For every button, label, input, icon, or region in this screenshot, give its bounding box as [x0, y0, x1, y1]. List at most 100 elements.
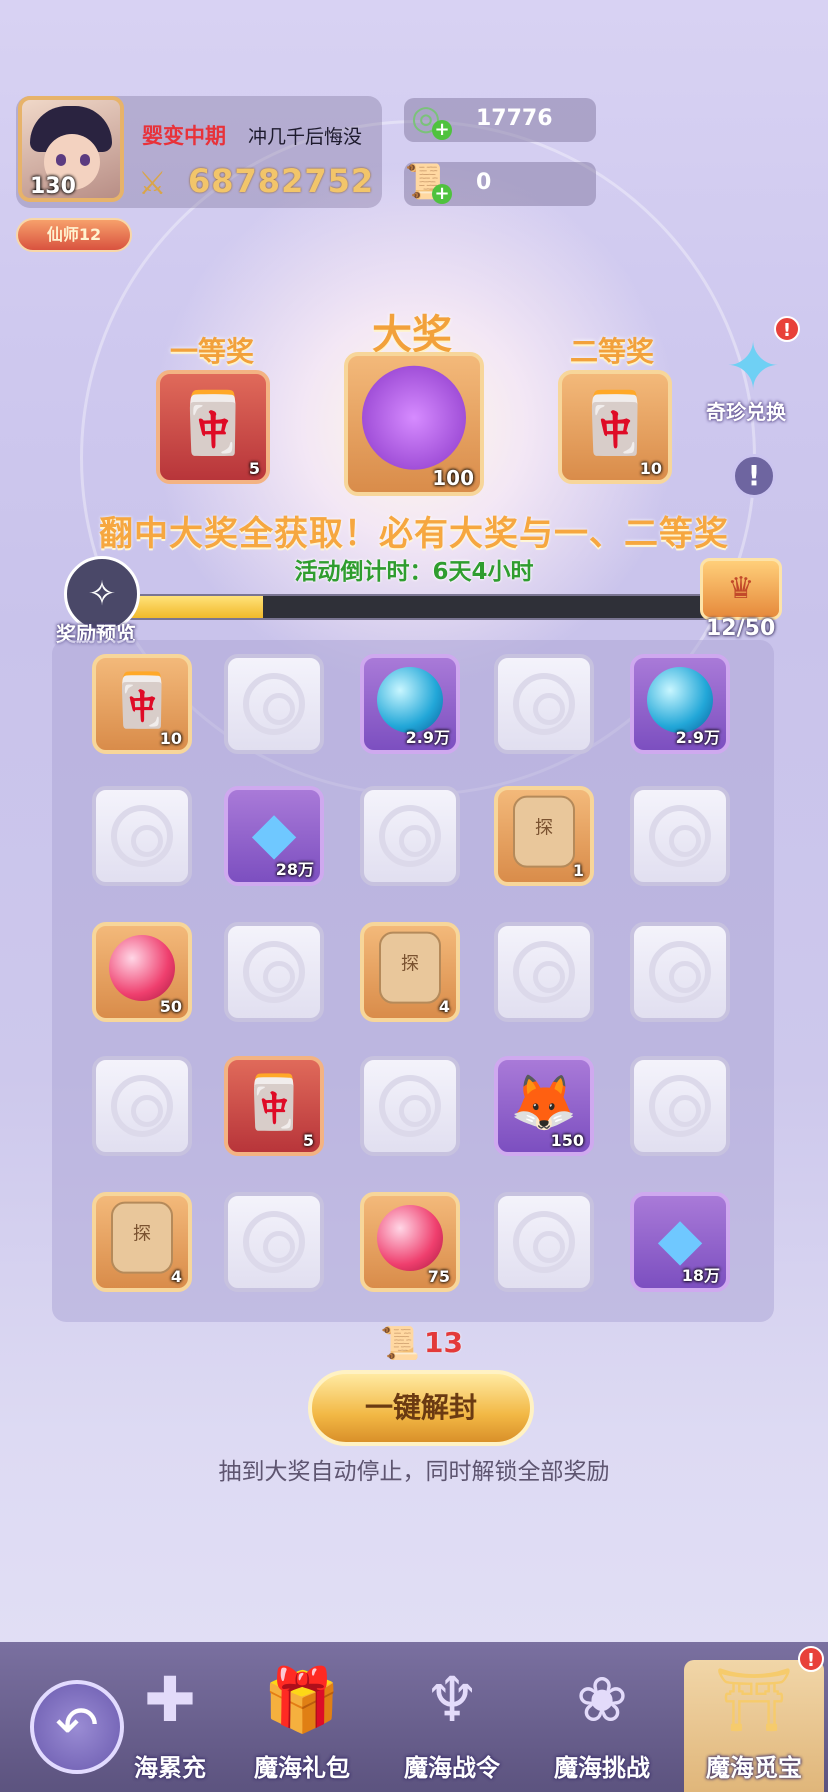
swirl-icon	[379, 805, 441, 867]
second-prize-slot[interactable]: 🀄 10	[558, 370, 672, 484]
swirl-icon	[111, 805, 173, 867]
tab-challenge[interactable]: ❀ 魔海挑战	[532, 1660, 672, 1792]
sealed-card[interactable]	[360, 1056, 460, 1156]
sealed-card[interactable]	[630, 922, 730, 1022]
item-quantity: 150	[550, 1131, 584, 1150]
item-quantity: 28万	[275, 860, 314, 879]
currency-jade[interactable]: ◎ + 17776	[404, 98, 596, 142]
currency-value: 17776	[476, 106, 553, 131]
player-realm: 婴变中期	[142, 124, 226, 148]
talisman-icon: 🀄	[175, 388, 251, 459]
ticket-count: 13	[424, 1326, 463, 1359]
pouch-icon: ✧	[87, 574, 117, 614]
sealed-card[interactable]	[494, 922, 594, 1022]
sealed-card[interactable]	[224, 1192, 324, 1292]
back-arrow-icon: ↶	[55, 1696, 99, 1756]
progress-bar	[118, 594, 718, 620]
tab-label: 魔海战令	[404, 1754, 500, 1782]
item-quantity: 18万	[681, 1266, 720, 1285]
first-prize-slot[interactable]: 🀄 5	[156, 370, 270, 484]
item-quantity: 100	[432, 466, 474, 490]
exchange-label: 奇珍兑换	[706, 400, 786, 424]
sealed-card[interactable]	[224, 922, 324, 1022]
help-button[interactable]: !	[732, 454, 776, 498]
title-badge[interactable]: 仙师12	[16, 218, 132, 252]
secret-token-icon: 探	[513, 795, 575, 868]
sealed-card[interactable]	[224, 654, 324, 754]
item-quantity: 4	[170, 1267, 182, 1286]
crystal-icon: ◆	[657, 1204, 703, 1273]
revealed-card[interactable]: 探1	[494, 786, 594, 886]
red-orb-icon	[109, 935, 175, 1002]
swirl-icon	[111, 1075, 173, 1137]
tab-label: 魔海礼包	[254, 1754, 350, 1782]
combat-power: 68782752	[188, 162, 375, 200]
add-icon[interactable]: +	[432, 184, 452, 204]
swirl-icon	[513, 673, 575, 735]
revealed-card[interactable]: ◆ 28万	[224, 786, 324, 886]
revealed-card[interactable]: 探4	[360, 922, 460, 1022]
sealed-card[interactable]	[630, 786, 730, 886]
talisman-icon: 🀄	[109, 670, 175, 731]
sealed-card[interactable]	[494, 654, 594, 754]
item-quantity: 1	[572, 861, 584, 880]
progress-text: 12/50	[706, 616, 776, 641]
revealed-card[interactable]: ◆ 18万	[630, 1192, 730, 1292]
tab-label: 魔海挑战	[554, 1754, 650, 1782]
red-orb-icon	[377, 1205, 443, 1272]
tab-gift-pack[interactable]: 🎁 魔海礼包	[232, 1660, 372, 1792]
swords-icon: ⚔	[138, 164, 167, 202]
headline: 翻中大奖全获取！必有大奖与一、二等奖	[99, 514, 729, 554]
swirl-icon	[243, 941, 305, 1003]
player-name: 冲几千后悔没	[248, 126, 363, 148]
item-quantity: 75	[427, 1267, 450, 1286]
talisman-icon: 🀄	[241, 1072, 307, 1133]
revealed-card[interactable]: 🀄 5	[224, 1056, 324, 1156]
back-button[interactable]: ↶	[30, 1680, 124, 1774]
sealed-card[interactable]	[92, 786, 192, 886]
revealed-card[interactable]: 🦊 150	[494, 1056, 594, 1156]
revealed-card[interactable]: 50	[92, 922, 192, 1022]
revealed-card[interactable]: 2.9万	[360, 654, 460, 754]
sealed-card[interactable]	[494, 1192, 594, 1292]
sealed-card[interactable]	[92, 1056, 192, 1156]
revealed-card[interactable]: 2.9万	[630, 654, 730, 754]
revealed-card[interactable]: 75	[360, 1192, 460, 1292]
notification-badge: !	[798, 1646, 824, 1672]
swirl-icon	[649, 805, 711, 867]
unlock-all-button[interactable]: 一键解封	[308, 1370, 534, 1446]
sealed-card[interactable]	[360, 786, 460, 886]
sealed-card[interactable]	[630, 1056, 730, 1156]
swirl-icon	[379, 1075, 441, 1137]
swirl-icon	[243, 673, 305, 735]
swirl-icon	[243, 1211, 305, 1273]
item-quantity: 50	[159, 997, 182, 1016]
item-quantity: 2.9万	[405, 728, 450, 747]
revealed-card[interactable]: 探4	[92, 1192, 192, 1292]
grand-prize-slot[interactable]: 100	[344, 352, 484, 496]
secret-token-icon: 探	[379, 931, 441, 1004]
notification-badge: !	[774, 316, 800, 342]
progress-chest-icon[interactable]: ♛	[700, 558, 782, 620]
swirl-icon	[513, 1211, 575, 1273]
add-icon[interactable]: +	[432, 120, 452, 140]
tab-label: 海累充	[134, 1754, 206, 1782]
currency-ticket[interactable]: 📜 + 0	[404, 162, 596, 206]
talisman-icon: 🀄	[577, 388, 653, 459]
revealed-card[interactable]: 🀄 10	[92, 654, 192, 754]
lotus-icon: ❀	[576, 1663, 628, 1736]
tab-recharge[interactable]: ✚ 海累充	[130, 1660, 210, 1792]
item-quantity: 10	[639, 459, 662, 478]
swirl-icon	[649, 1075, 711, 1137]
item-quantity: 5	[248, 459, 260, 478]
tab-treasure-hunt[interactable]: ⛩ 魔海觅宝	[684, 1660, 824, 1792]
item-quantity: 5	[302, 1131, 314, 1150]
tab-battle-pass[interactable]: ♆ 魔海战令	[382, 1660, 522, 1792]
bag-icon: ✚	[144, 1663, 196, 1736]
second-prize-label: 二等奖	[570, 335, 655, 368]
tab-label: 魔海觅宝	[706, 1754, 802, 1782]
first-prize-label: 一等奖	[170, 335, 255, 368]
swirl-icon	[513, 941, 575, 1003]
fox-spirit-icon: 🦊	[510, 1070, 578, 1134]
gift-icon: 🎁	[263, 1663, 341, 1736]
